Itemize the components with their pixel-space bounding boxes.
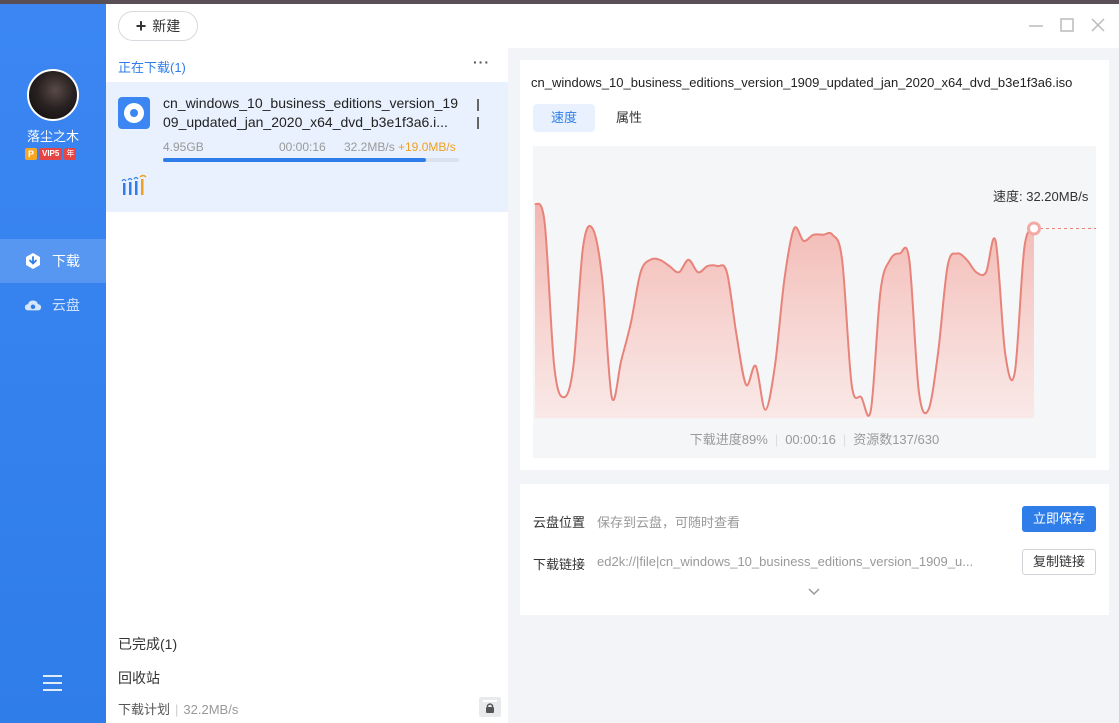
current-speed-label: 速度: 32.20MB/s [993,189,1089,204]
minimize-icon[interactable] [1027,16,1045,34]
download-stats: 下载进度89% | 00:00:16 | 资源数137/630 [689,432,940,447]
disc-image-icon [118,97,150,129]
download-link-label: 下载链接 [533,557,586,572]
chevron-down-icon[interactable] [808,588,820,596]
lock-icon[interactable] [479,697,501,717]
detail-title: cn_windows_10_business_editions_version_… [531,75,1073,90]
menu-icon[interactable] [43,675,62,691]
download-plan[interactable]: 下载计划 | 32.2MB/s [118,699,238,718]
accelerate-icon[interactable] [121,174,151,198]
download-link-value[interactable]: ed2k://|file|cn_windows_10_business_edit… [597,554,973,569]
file-name: cn_windows_10_business_editions_version_… [163,95,458,130]
new-task-label: 新建 [152,18,181,34]
download-speed: 32.2MB/s [344,140,395,154]
new-task-button[interactable]: + 新建 [118,11,198,41]
progress-text: 下载进度89% [689,432,768,447]
detail-card: cn_windows_10_business_editions_version_… [520,60,1109,470]
cloud-location-value: 保存到云盘，可随时查看 [597,515,741,530]
cloud-card: 云盘位置 保存到云盘，可随时查看 立即保存 下载链接 ed2k://|file|… [520,484,1109,615]
list-item[interactable]: cn_windows_10_business_editions_version_… [106,82,508,212]
maximize-icon[interactable] [1058,16,1076,34]
year-badge: 年 [64,148,77,160]
close-icon[interactable] [1089,16,1107,34]
plus-icon: + [135,16,147,36]
avatar[interactable] [27,69,79,121]
speed-chart: 速度: 32.20MB/s 下载进度89% | 00:00:16 | 资源数137/63… [533,146,1096,458]
more-options-icon[interactable]: ··· [473,54,490,70]
cloud-location-label: 云盘位置 [533,515,586,530]
plan-label: 下载计划 [118,702,171,717]
file-size: 4.95GB [163,140,204,154]
vip-level-badge: VIP5 [39,148,63,160]
tab-speed[interactable]: 速度 [533,104,596,132]
recycle-bin-link[interactable]: 回收站 [118,668,160,688]
download-list-panel: 正在下载(1) ··· cn_windows_10_business_editi… [106,48,508,723]
progress-bar [163,158,459,162]
nav-item-cloud[interactable]: 云盘 [0,283,106,327]
completed-link[interactable]: 已完成(1) [118,634,177,654]
time-text: 00:00:16 [785,432,836,447]
save-now-button[interactable]: 立即保存 [1022,506,1096,532]
plan-speed: 32.2MB/s [183,702,239,717]
elapsed-time: 00:00:16 [279,140,326,154]
downloading-header[interactable]: 正在下载(1) [118,57,186,76]
download-icon [26,253,40,269]
pause-icon[interactable] [477,98,487,129]
tab-properties[interactable]: 属性 [598,104,660,132]
sources-text: 资源数137/630 [853,432,940,447]
nav-label-cloud: 云盘 [52,297,80,313]
current-speed-marker [1027,221,1041,236]
cloud-icon [24,300,42,311]
p-badge: P [25,148,37,160]
toolbar: + 新建 [106,4,1119,48]
vip-badges: P VIP5 年 [25,147,77,161]
accel-speed: +19.0MB/s [398,140,456,154]
copy-link-button[interactable]: 复制链接 [1022,549,1096,575]
sidebar: 落尘之木 P VIP5 年 下载 云盘 [0,4,106,723]
username[interactable]: 落尘之木 [0,126,106,145]
nav-label-download: 下载 [52,253,80,269]
progress-fill [163,158,427,162]
nav-item-download[interactable]: 下载 [0,239,106,283]
